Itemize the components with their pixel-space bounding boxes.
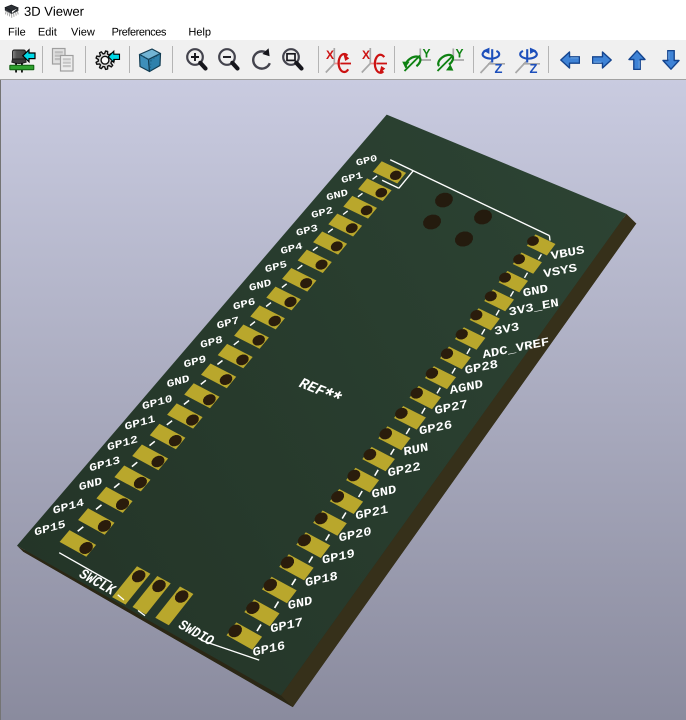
svg-text:Y: Y <box>456 47 464 61</box>
svg-text:Y: Y <box>422 47 430 61</box>
svg-text:Z: Z <box>495 61 503 74</box>
svg-text:X: X <box>326 48 334 62</box>
svg-text:Z: Z <box>529 61 537 74</box>
svg-text:X: X <box>362 48 370 62</box>
